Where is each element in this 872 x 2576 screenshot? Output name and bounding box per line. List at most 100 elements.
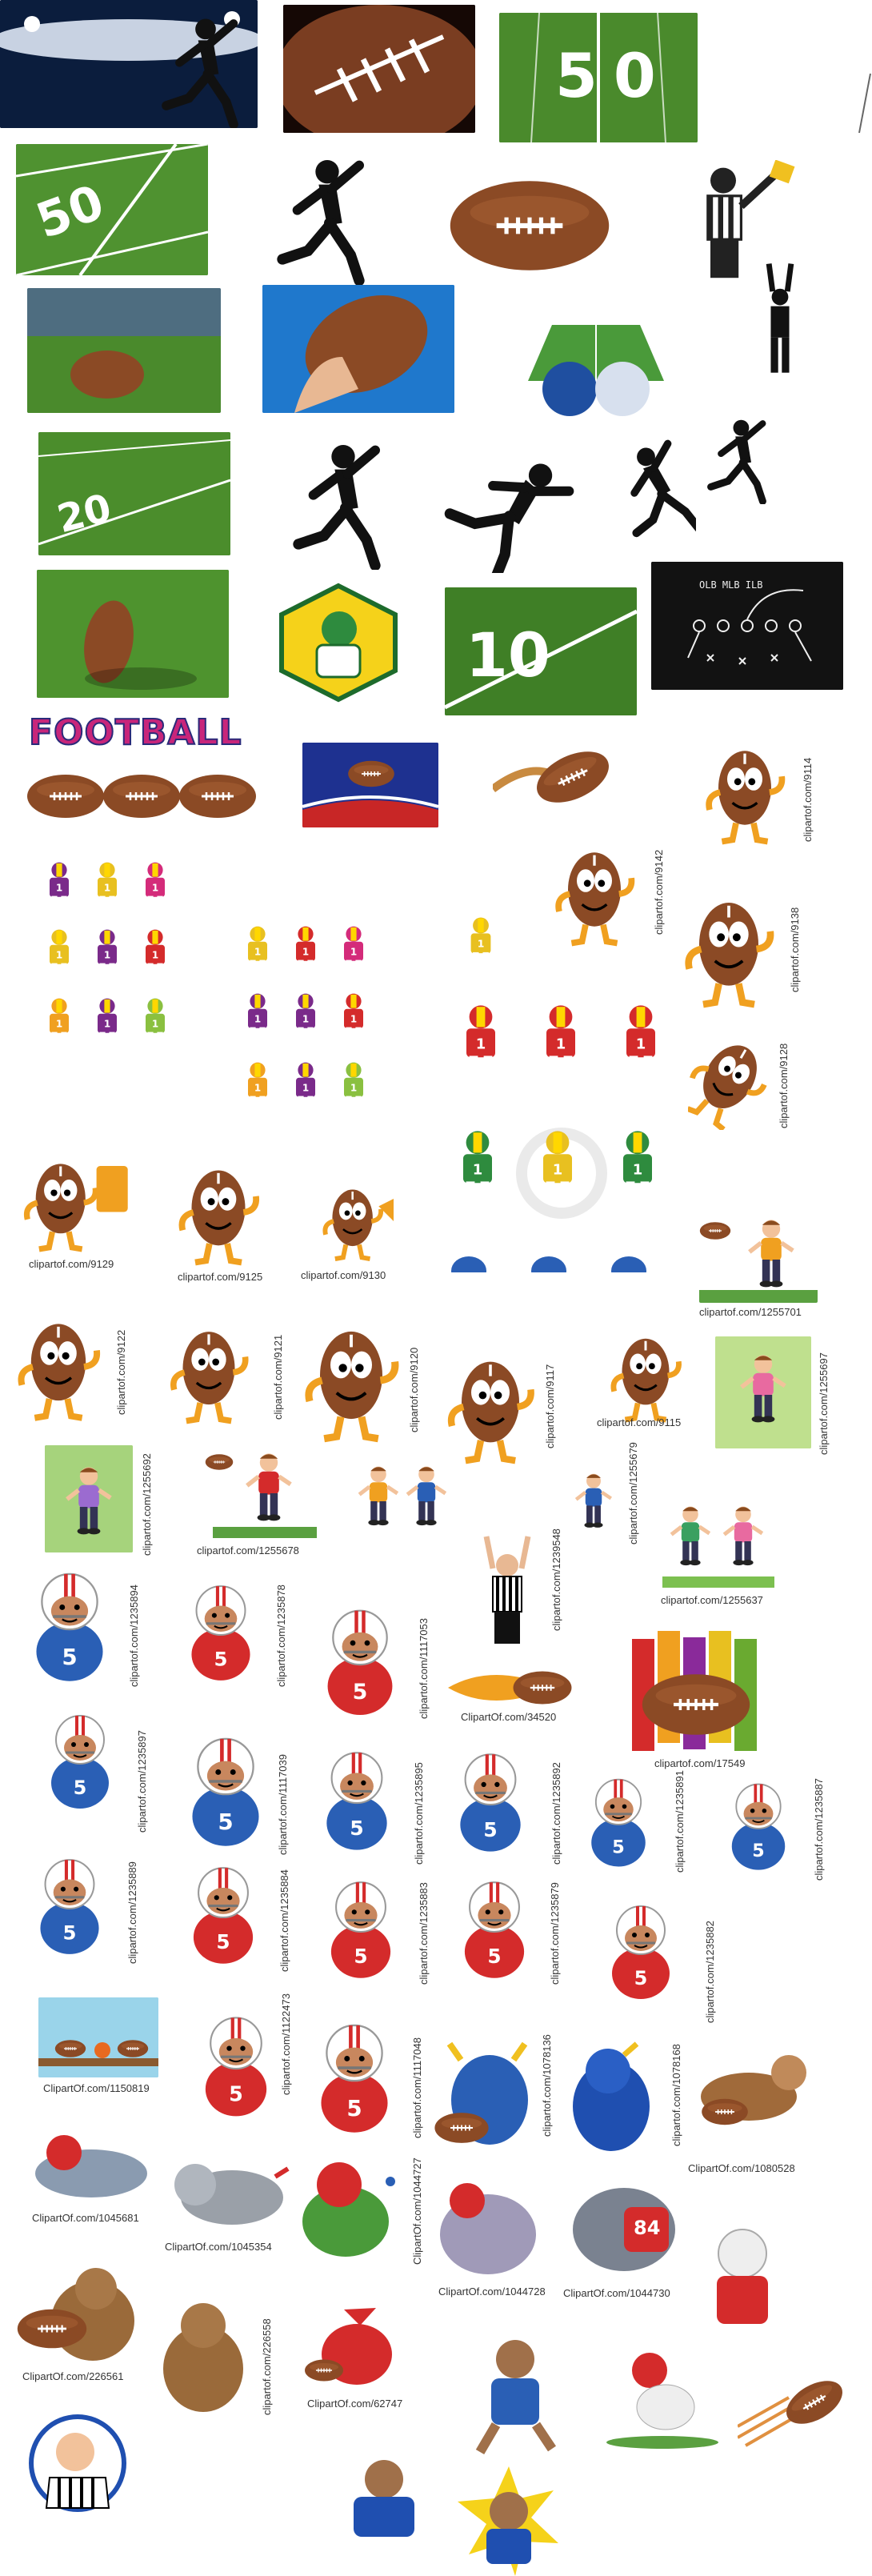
fat-player-blue-1235895[interactable]: [304, 1748, 410, 1857]
hand-holding-ball-photo[interactable]: [262, 285, 454, 413]
bulldog-runner-clipart[interactable]: [456, 2332, 570, 2460]
helmets-stadium-illustration[interactable]: [520, 309, 672, 421]
caption-9117[interactable]: clipartof.com/9117: [544, 1364, 556, 1448]
ball-mascot-9114[interactable]: [701, 733, 789, 851]
fat-player-red-1235878[interactable]: [170, 1581, 272, 1687]
ball-mascot-9121[interactable]: [157, 1320, 261, 1424]
fat-player-blue-1117039[interactable]: [178, 1733, 274, 1853]
caption-1080528[interactable]: ClipartOf.com/1080528: [688, 2162, 795, 2174]
fat-player-blue-1235891[interactable]: [566, 1775, 670, 1873]
turtle-mascot-clipart[interactable]: [294, 2157, 406, 2262]
caption-226558[interactable]: clipartof.com/226558: [261, 2318, 273, 2415]
caption-34520[interactable]: ClipartOf.com/34520: [461, 1711, 556, 1723]
referee-whistle-badge[interactable]: [27, 2414, 128, 2513]
referee-signal-clipart[interactable]: [470, 1528, 544, 1649]
hippo-mascot-clipart[interactable]: [432, 2177, 546, 2281]
caption-1255678[interactable]: clipartof.com/1255678: [197, 1544, 299, 1556]
caption-1255692[interactable]: clipartof.com/1255692: [141, 1453, 153, 1556]
caption-1078168[interactable]: clipartof.com/1078168: [670, 2044, 682, 2146]
caption-1045681[interactable]: ClipartOf.com/1045681: [32, 2212, 139, 2224]
caption-1044730[interactable]: ClipartOf.com/1044730: [563, 2287, 670, 2299]
fat-player-blue-1235892[interactable]: [432, 1749, 549, 1858]
caption-1044728[interactable]: ClipartOf.com/1044728: [438, 2286, 546, 2298]
caption-1255679[interactable]: clipartof.com/1255679: [627, 1442, 639, 1544]
flying-ball-motion-clipart[interactable]: [738, 2366, 846, 2447]
field-fifty-sideline-photo[interactable]: 50: [16, 144, 208, 275]
cartoon-players-sheet-2[interactable]: [234, 920, 390, 1125]
caption-17549[interactable]: clipartof.com/17549: [654, 1757, 745, 1769]
football-icon-large[interactable]: [440, 176, 619, 275]
caption-226561[interactable]: ClipartOf.com/226561: [22, 2370, 123, 2382]
dog-mascot-ball-clipart[interactable]: [685, 2049, 816, 2132]
ball-on-field-stadium-photo[interactable]: [27, 288, 221, 413]
bull-mascot-ball-clipart[interactable]: [434, 2036, 536, 2156]
ball-mascot-9142[interactable]: [550, 834, 638, 954]
caption-9129[interactable]: clipartof.com/9129: [29, 1258, 114, 1270]
fat-player-red-1235882[interactable]: [581, 1901, 701, 2005]
flaming-ball-clipart[interactable]: [448, 1666, 576, 1709]
caption-9142[interactable]: clipartof.com/9142: [653, 850, 665, 935]
boy-catching-ball[interactable]: [197, 1447, 317, 1543]
bear-mascot-226561[interactable]: [16, 2265, 144, 2369]
field-ten-yard-photo[interactable]: 10: [445, 587, 637, 715]
ball-mascot-9125[interactable]: [168, 1159, 269, 1266]
caption-9128[interactable]: clipartof.com/9128: [778, 1044, 790, 1128]
kid-player-single[interactable]: [456, 906, 506, 983]
caption-1235894[interactable]: clipartof.com/1235894: [128, 1584, 140, 1687]
caption-1255697[interactable]: clipartof.com/1255697: [818, 1352, 830, 1455]
caption-62747[interactable]: ClipartOf.com/62747: [307, 2398, 402, 2410]
fat-player-red-1117053[interactable]: [306, 1605, 414, 1722]
caption-9115[interactable]: clipartof.com/9115: [597, 1416, 681, 1428]
caption-1235878[interactable]: clipartof.com/1235878: [275, 1584, 287, 1687]
caption-1235882[interactable]: clipartof.com/1235882: [704, 1921, 716, 2023]
fat-player-red-1122473[interactable]: [194, 2004, 278, 2132]
colorful-bars-ball-clipart[interactable]: [629, 1631, 760, 1754]
cartoon-players-sheet-1[interactable]: [35, 856, 192, 1061]
caption-9114[interactable]: clipartof.com/9114: [802, 758, 814, 842]
caption-1255701[interactable]: clipartof.com/1255701: [699, 1306, 802, 1318]
football-title-balls-clipart[interactable]: FOOTBALL: [26, 712, 258, 834]
boy-holding-ball[interactable]: [568, 1440, 619, 1560]
bear-mascot-starburst[interactable]: [454, 2466, 563, 2576]
puppy-running-clipart[interactable]: [602, 2343, 725, 2450]
caption-1235891[interactable]: clipartof.com/1235891: [674, 1770, 686, 1873]
ball-on-tee-photo[interactable]: [37, 570, 229, 698]
caption-9120[interactable]: clipartof.com/9120: [408, 1348, 420, 1432]
fat-player-blue-1235887[interactable]: [707, 1780, 810, 1876]
caption-1150819[interactable]: ClipartOf.com/1150819: [43, 2082, 150, 2094]
rhino-mascot-84-clipart[interactable]: 84: [560, 2172, 688, 2281]
flying-ball-clipart[interactable]: [493, 733, 613, 821]
caption-1235892[interactable]: clipartof.com/1235892: [550, 1762, 562, 1865]
caption-1117039[interactable]: clipartof.com/1117039: [277, 1754, 289, 1855]
bear-player-tackle-clipart[interactable]: [323, 2452, 445, 2548]
caption-1235879[interactable]: clipartof.com/1235879: [549, 1882, 561, 1985]
caption-1044727[interactable]: ClipartOf.com/1044727: [411, 2157, 423, 2265]
caption-1235895[interactable]: clipartof.com/1235895: [413, 1762, 425, 1865]
ball-mascot-9128[interactable]: [688, 1031, 768, 1130]
fat-player-red-1235883[interactable]: [307, 1877, 414, 1985]
caption-9125[interactable]: clipartof.com/9125: [178, 1271, 262, 1283]
helmet-row-clipped[interactable]: [445, 1248, 653, 1272]
player-silhouette-running-1[interactable]: [253, 157, 389, 285]
stadium-catch-photo[interactable]: [0, 0, 258, 128]
ball-mascot-9129[interactable]: [18, 1148, 131, 1258]
caption-1235883[interactable]: clipartof.com/1235883: [418, 1882, 430, 1985]
player-silhouette-catching[interactable]: [701, 399, 773, 523]
ball-laces-closeup-photo[interactable]: [283, 5, 475, 133]
green-players-trio[interactable]: [442, 1114, 690, 1234]
blue-dragon-mascot-clipart[interactable]: [560, 2039, 664, 2159]
caption-1117048[interactable]: clipartof.com/1117048: [411, 2037, 423, 2138]
fat-player-red-1235879[interactable]: [445, 1877, 544, 1985]
caption-1122473[interactable]: clipartof.com/1122473: [280, 1993, 292, 2095]
cardinal-mascot-clipart[interactable]: [296, 2294, 416, 2401]
caption-1235897[interactable]: clipartof.com/1235897: [136, 1730, 148, 1833]
kid-throwing-ball[interactable]: [699, 1213, 818, 1303]
player-silhouette-running-2[interactable]: [277, 442, 397, 570]
girls-playing-clipart[interactable]: [662, 1484, 774, 1589]
fat-player-blue-1235889[interactable]: [16, 1855, 123, 1961]
shark-mascot-clipart[interactable]: [27, 2129, 155, 2209]
balls-on-shelf-clipart[interactable]: [38, 1997, 158, 2077]
caption-1255637[interactable]: clipartof.com/1255637: [661, 1594, 763, 1606]
lineman-emblem-illustration[interactable]: [275, 583, 402, 703]
caption-1235884[interactable]: clipartof.com/1235884: [278, 1869, 290, 1972]
